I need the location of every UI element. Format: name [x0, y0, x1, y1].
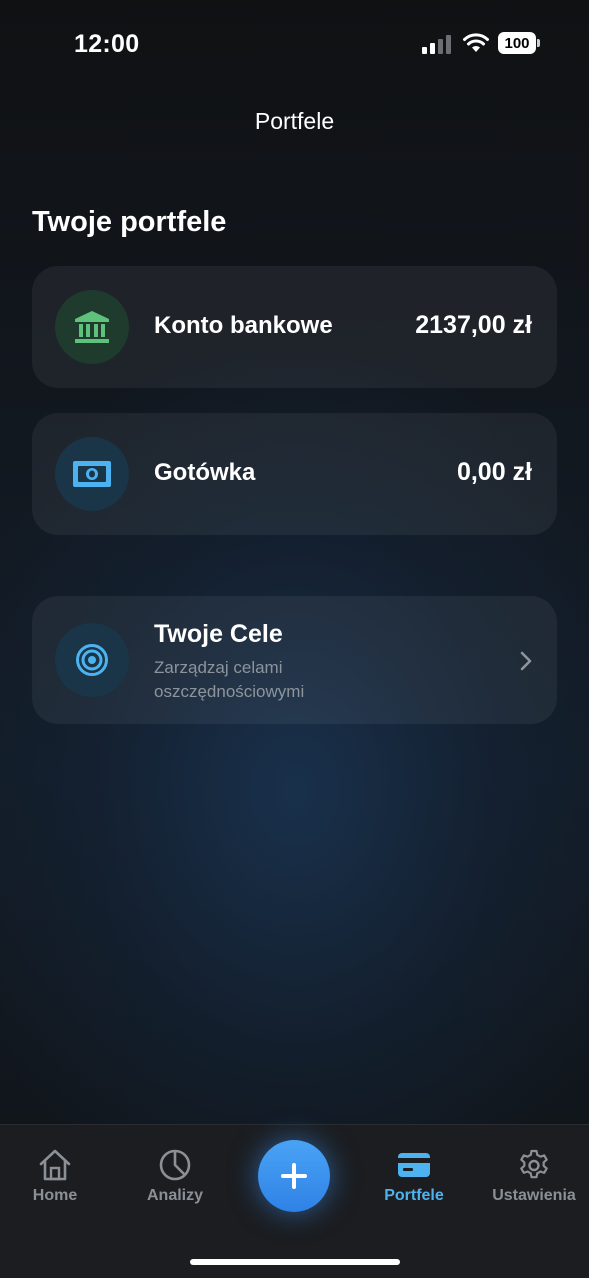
wallet-card-cash[interactable]: Gotówka 0,00 zł — [32, 413, 557, 535]
status-time: 12:00 — [74, 30, 140, 58]
tab-analytics[interactable]: Analizy — [120, 1125, 230, 1225]
pie-chart-icon — [159, 1149, 191, 1181]
wallet-amount: 2137,00 zł — [415, 311, 532, 339]
bank-icon — [55, 290, 129, 364]
tab-home[interactable]: Home — [0, 1125, 110, 1225]
wallet-label: Gotówka — [154, 459, 256, 486]
battery-icon: 100 — [498, 32, 540, 54]
signal-icon — [422, 35, 451, 54]
tab-label: Ustawienia — [492, 1187, 576, 1204]
battery-level: 100 — [498, 32, 536, 54]
battery-tip — [537, 39, 540, 47]
section-title: Twoje portfele — [32, 206, 227, 238]
add-button[interactable] — [258, 1140, 330, 1212]
wallet-amount: 0,00 zł — [456, 458, 532, 486]
cash-icon — [55, 437, 129, 511]
wallet-label: Konto bankowe — [154, 312, 333, 339]
tab-label: Analizy — [146, 1187, 203, 1204]
wallet-card-icon — [398, 1153, 430, 1177]
plus-icon — [281, 1163, 307, 1189]
tab-label: Home — [32, 1187, 78, 1204]
gear-icon — [520, 1149, 548, 1179]
wallet-card-bank[interactable]: Konto bankowe 2137,00 zł — [32, 266, 557, 388]
page-title: Portfele — [254, 108, 335, 134]
tab-label: Portfele — [384, 1187, 444, 1204]
goals-card[interactable]: Twoje Cele Zarządzaj celami oszczędności… — [32, 596, 557, 724]
tab-settings[interactable]: Ustawienia — [479, 1125, 589, 1225]
goals-title: Twoje Cele — [154, 620, 283, 648]
chevron-right-icon — [520, 651, 532, 671]
target-icon — [55, 623, 129, 697]
home-icon — [39, 1149, 71, 1181]
wifi-icon — [463, 33, 489, 52]
home-indicator — [190, 1259, 400, 1265]
goals-subtitle: Zarządzaj celami oszczędnościowymi — [154, 658, 305, 701]
status-bar: 12:00 100 — [0, 0, 589, 80]
tab-wallets[interactable]: Portfele — [359, 1125, 469, 1225]
